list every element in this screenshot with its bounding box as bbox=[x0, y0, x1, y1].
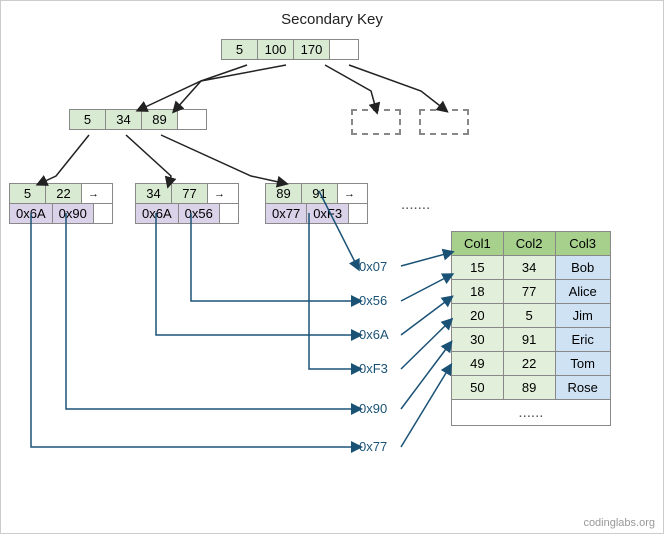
r1c3: Bob bbox=[555, 256, 610, 280]
addr-0xF3: 0xF3 bbox=[359, 361, 388, 376]
r3c1: 20 bbox=[452, 304, 504, 328]
level2-node1: 5 22 → 0x6A 0x90 bbox=[9, 183, 113, 224]
r3c2: 5 bbox=[503, 304, 555, 328]
root-cell-1: 5 bbox=[222, 40, 258, 59]
table-row: 15 34 Bob bbox=[452, 256, 611, 280]
r5c2: 22 bbox=[503, 352, 555, 376]
r5c1: 49 bbox=[452, 352, 504, 376]
page: Secondary Key 5 100 170 5 34 89 5 22 → 0… bbox=[0, 0, 664, 534]
l2n2-arrow: → bbox=[208, 184, 231, 203]
addr-0x6A: 0x6A bbox=[359, 327, 389, 342]
page-title: Secondary Key bbox=[1, 1, 663, 28]
l2n1-bot1: 0x6A bbox=[10, 204, 53, 223]
root-cell-4 bbox=[330, 40, 358, 59]
table-row: 18 77 Alice bbox=[452, 280, 611, 304]
level1-node: 5 34 89 bbox=[69, 109, 207, 130]
table-ellipsis: ...... bbox=[452, 400, 611, 426]
root-cell-2: 100 bbox=[258, 40, 294, 59]
l2n1-arrow: → bbox=[82, 184, 105, 203]
l1-cell-4 bbox=[178, 110, 206, 129]
r6c1: 50 bbox=[452, 376, 504, 400]
l2n2-bot1: 0x6A bbox=[136, 204, 179, 223]
col3-header: Col3 bbox=[555, 232, 610, 256]
table-row: 20 5 Jim bbox=[452, 304, 611, 328]
l2n3-top2: 91 bbox=[302, 184, 338, 203]
addr-0x90: 0x90 bbox=[359, 401, 387, 416]
r1c2: 34 bbox=[503, 256, 555, 280]
l2n3-top1: 89 bbox=[266, 184, 302, 203]
l2n1-bot2: 0x90 bbox=[53, 204, 94, 223]
table-row: 30 91 Eric bbox=[452, 328, 611, 352]
l2n2-bot2: 0x56 bbox=[179, 204, 220, 223]
r4c2: 91 bbox=[503, 328, 555, 352]
r6c2: 89 bbox=[503, 376, 555, 400]
col2-header: Col2 bbox=[503, 232, 555, 256]
addr-0x56: 0x56 bbox=[359, 293, 387, 308]
r4c1: 30 bbox=[452, 328, 504, 352]
table-row: 49 22 Tom bbox=[452, 352, 611, 376]
l1-cell-1: 5 bbox=[70, 110, 106, 129]
watermark: codinglabs.org bbox=[583, 517, 655, 529]
r5c3: Tom bbox=[555, 352, 610, 376]
r6c3: Rose bbox=[555, 376, 610, 400]
l2n2-top1: 34 bbox=[136, 184, 172, 203]
l2n1-top1: 5 bbox=[10, 184, 46, 203]
level2-node2: 34 77 → 0x6A 0x56 bbox=[135, 183, 239, 224]
l2n3-bot2: 0xF3 bbox=[307, 204, 349, 223]
l2n3-bot-empty bbox=[349, 204, 367, 223]
root-cell-3: 170 bbox=[294, 40, 330, 59]
r2c1: 18 bbox=[452, 280, 504, 304]
root-node: 5 100 170 bbox=[221, 39, 359, 60]
data-table: Col1 Col2 Col3 15 34 Bob 18 77 Alice 20 … bbox=[451, 231, 611, 426]
l2n1-top2: 22 bbox=[46, 184, 82, 203]
r2c3: Alice bbox=[555, 280, 610, 304]
l1-cell-3: 89 bbox=[142, 110, 178, 129]
table-ellipsis-row: ...... bbox=[452, 400, 611, 426]
l2n2-top2: 77 bbox=[172, 184, 208, 203]
r3c3: Jim bbox=[555, 304, 610, 328]
l1-cell-2: 34 bbox=[106, 110, 142, 129]
r2c2: 77 bbox=[503, 280, 555, 304]
l2n3-bot1: 0x77 bbox=[266, 204, 307, 223]
level2-dots: ....... bbox=[401, 196, 430, 213]
l2n1-bot-empty bbox=[94, 204, 112, 223]
addr-0x07: 0x07 bbox=[359, 259, 387, 274]
r4c3: Eric bbox=[555, 328, 610, 352]
level2-node3: 89 91 → 0x77 0xF3 bbox=[265, 183, 368, 224]
dashed-box-2 bbox=[419, 109, 469, 135]
dashed-box-1 bbox=[351, 109, 401, 135]
addr-0x77: 0x77 bbox=[359, 439, 387, 454]
l2n2-bot-empty bbox=[220, 204, 238, 223]
r1c1: 15 bbox=[452, 256, 504, 280]
col1-header: Col1 bbox=[452, 232, 504, 256]
table-row: 50 89 Rose bbox=[452, 376, 611, 400]
l2n3-arrow: → bbox=[338, 184, 361, 203]
